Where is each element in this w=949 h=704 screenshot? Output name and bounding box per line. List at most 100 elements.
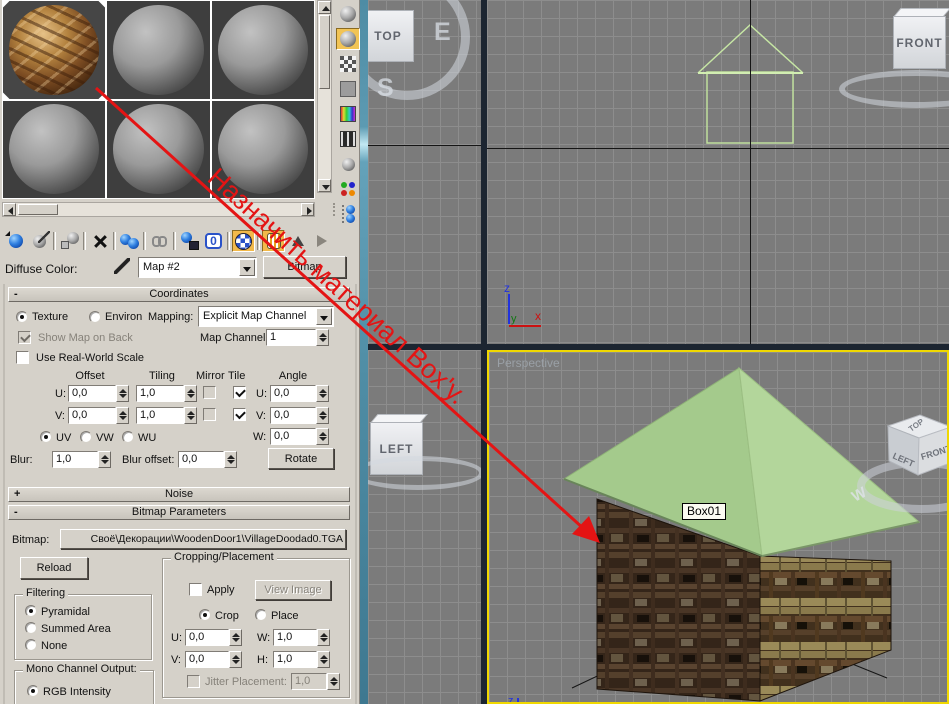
viewport-top[interactable]: E S TOP	[368, 0, 481, 344]
crop-w-field[interactable]: 1,0	[273, 629, 317, 646]
crop-v-field[interactable]: 0,0	[185, 651, 229, 668]
backlight-icon[interactable]	[336, 28, 360, 50]
v-angle-spinner[interactable]	[316, 407, 329, 424]
wu-radio[interactable]	[122, 431, 134, 443]
place-radio[interactable]	[255, 609, 267, 621]
show-map-in-viewport-icon[interactable]	[232, 230, 255, 252]
jitter-placement-spinner[interactable]	[327, 673, 340, 690]
viewcube-top-face[interactable]: TOP	[368, 10, 414, 62]
go-to-parent-icon[interactable]	[286, 230, 309, 252]
scroll-up-button[interactable]	[318, 1, 331, 14]
environ-radio[interactable]	[89, 311, 101, 323]
sample-uv-tiling-icon[interactable]	[336, 78, 360, 100]
u-tiling-field[interactable]: 1,0	[136, 385, 184, 402]
vw-radio[interactable]	[80, 431, 92, 443]
v-offset-field[interactable]: 0,0	[68, 407, 116, 424]
u-offset-spinner[interactable]	[116, 385, 129, 402]
material-id-channel-icon[interactable]: 0	[202, 230, 225, 252]
background-checker-icon[interactable]	[336, 53, 360, 75]
put-material-to-scene-icon[interactable]	[28, 230, 51, 252]
none-radio[interactable]	[25, 639, 37, 651]
w-angle-field[interactable]: 0,0	[270, 428, 316, 445]
crop-u-spinner[interactable]	[229, 629, 242, 646]
material-slot-6[interactable]	[211, 100, 314, 198]
u-offset-field[interactable]: 0,0	[68, 385, 116, 402]
scrollbar-thumb[interactable]	[319, 15, 330, 89]
scrollbar-thumb[interactable]	[18, 204, 58, 215]
chevron-down-icon[interactable]	[239, 259, 255, 276]
u-mirror-checkbox[interactable]	[203, 386, 216, 399]
v-tiling-spinner[interactable]	[184, 407, 197, 424]
viewport-perspective-active[interactable]: W TOP LEFT FRONT z Perspective Box01	[487, 350, 949, 704]
assign-material-to-selection-icon[interactable]	[58, 230, 81, 252]
apply-checkbox[interactable]	[189, 583, 202, 596]
rgb-intensity-radio[interactable]	[27, 685, 39, 697]
v-mirror-checkbox[interactable]	[203, 408, 216, 421]
crop-radio[interactable]	[199, 609, 211, 621]
viewport-front[interactable]: FRONT z y x	[487, 0, 949, 344]
v-tile-checkbox[interactable]	[233, 408, 246, 421]
make-material-copy-icon[interactable]	[118, 230, 141, 252]
map-name-combobox[interactable]: Map #2	[138, 257, 257, 278]
scroll-down-button[interactable]	[318, 179, 331, 192]
use-real-world-scale-checkbox[interactable]	[16, 351, 29, 364]
bitmap-type-button[interactable]: Bitmap	[263, 256, 346, 278]
map-channel-field[interactable]: 1	[266, 329, 316, 346]
u-angle-field[interactable]: 0,0	[270, 385, 316, 402]
bitmap-parameters-rollout-header[interactable]: - Bitmap Parameters	[8, 505, 350, 520]
v-angle-field[interactable]: 0,0	[270, 407, 316, 424]
blur-spinner[interactable]	[98, 451, 111, 468]
make-preview-icon[interactable]	[336, 128, 360, 150]
material-slot-1-selected[interactable]	[3, 1, 106, 99]
crop-v-spinner[interactable]	[229, 651, 242, 668]
uv-radio[interactable]	[40, 431, 52, 443]
texture-radio[interactable]	[16, 311, 28, 323]
bitmap-path-button[interactable]: Своё\Декорации\WoodenDoor1\VillageDoodad…	[60, 529, 346, 549]
material-map-navigator-icon[interactable]	[336, 203, 360, 225]
blur-field[interactable]: 1,0	[52, 451, 98, 468]
viewcube-front-face[interactable]: FRONT	[893, 16, 946, 69]
crop-h-spinner[interactable]	[317, 651, 330, 668]
put-to-library-icon[interactable]	[178, 230, 201, 252]
chevron-down-icon[interactable]	[316, 308, 332, 325]
go-forward-to-sibling-icon[interactable]	[310, 230, 333, 252]
slots-horizontal-scrollbar[interactable]	[2, 202, 315, 217]
blur-offset-field[interactable]: 0,0	[178, 451, 224, 468]
scroll-right-button[interactable]	[301, 203, 314, 216]
view-image-button[interactable]: View Image	[255, 580, 331, 600]
jitter-placement-field[interactable]: 1,0	[291, 673, 327, 690]
material-slot-5[interactable]	[107, 100, 210, 198]
pick-eyedropper-icon[interactable]	[114, 258, 130, 274]
scroll-left-button[interactable]	[3, 203, 16, 216]
w-angle-spinner[interactable]	[316, 428, 329, 445]
material-slot-4[interactable]	[3, 100, 106, 198]
mapping-combobox[interactable]: Explicit Map Channel	[198, 306, 334, 327]
options-icon[interactable]	[336, 153, 360, 175]
crop-u-field[interactable]: 0,0	[185, 629, 229, 646]
rotate-button[interactable]: Rotate	[268, 448, 334, 469]
summed-area-radio[interactable]	[25, 622, 37, 634]
viewport-left[interactable]: LEFT	[368, 350, 481, 704]
video-color-check-icon[interactable]	[336, 103, 360, 125]
u-tiling-spinner[interactable]	[184, 385, 197, 402]
slots-vertical-scrollbar[interactable]	[317, 0, 332, 193]
crop-h-field[interactable]: 1,0	[273, 651, 317, 668]
get-material-icon[interactable]	[4, 230, 27, 252]
show-map-on-back-checkbox[interactable]	[18, 331, 31, 344]
pyramidal-radio[interactable]	[25, 605, 37, 617]
u-angle-spinner[interactable]	[316, 385, 329, 402]
v-tiling-field[interactable]: 1,0	[136, 407, 184, 424]
reset-map-settings-icon[interactable]	[88, 230, 111, 252]
coordinates-rollout-header[interactable]: - Coordinates	[8, 287, 350, 302]
house-wall-right[interactable]	[759, 555, 892, 702]
noise-rollout-header[interactable]: + Noise	[8, 487, 350, 502]
show-end-result-icon[interactable]	[262, 230, 285, 252]
u-tile-checkbox[interactable]	[233, 386, 246, 399]
blur-offset-spinner[interactable]	[224, 451, 237, 468]
jitter-placement-checkbox[interactable]	[187, 675, 200, 688]
sample-type-sphere-icon[interactable]	[336, 3, 360, 25]
select-by-material-icon[interactable]	[336, 178, 360, 200]
material-slot-2[interactable]	[107, 1, 210, 99]
map-channel-spinner[interactable]	[316, 329, 329, 346]
make-unique-icon[interactable]	[148, 230, 171, 252]
